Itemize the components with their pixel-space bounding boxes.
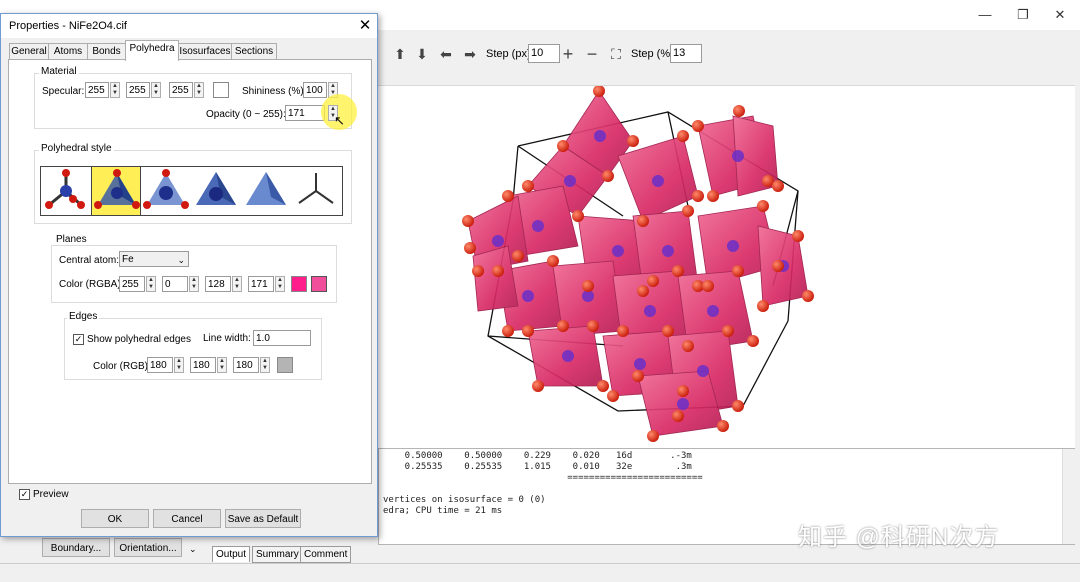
tab-summary[interactable]: Summary bbox=[252, 546, 303, 563]
line-width-input[interactable]: 1.0 bbox=[253, 330, 311, 346]
step-pct-input[interactable]: 13 bbox=[670, 44, 702, 63]
close-icon[interactable]: ✕ bbox=[355, 16, 375, 36]
move-down-icon[interactable]: ⬇ bbox=[412, 44, 432, 64]
tab-sections[interactable]: Sections bbox=[231, 43, 277, 60]
style-wireframe-icon[interactable] bbox=[291, 167, 341, 215]
edges-g-input[interactable]: 180 bbox=[190, 357, 216, 373]
tab-isosurfaces[interactable]: Isosurfaces bbox=[178, 43, 232, 60]
planes-a-spinner[interactable]: ▲ ▼ bbox=[275, 276, 285, 292]
tab-output[interactable]: Output bbox=[212, 546, 251, 562]
output-scrollbar[interactable] bbox=[1062, 449, 1075, 544]
close-window-icon[interactable]: ✕ bbox=[1045, 5, 1075, 25]
shininess-input[interactable]: 100 bbox=[303, 82, 327, 98]
specular-label: Specular: bbox=[42, 86, 85, 97]
zoom-out-icon[interactable]: − bbox=[582, 44, 602, 64]
specular-g-spinner[interactable]: ▲ ▼ bbox=[151, 82, 161, 98]
output-line: 0.25535 0.25535 1.015 0.010 32e .3m bbox=[383, 462, 692, 472]
planes-b-spinner[interactable]: ▲ ▼ bbox=[232, 276, 242, 292]
tab-comment[interactable]: Comment bbox=[300, 546, 352, 563]
planes-color-swatch-alpha[interactable] bbox=[311, 276, 327, 292]
watermark: 知乎 @科研N次方 bbox=[798, 524, 1000, 551]
edges-b-spinner[interactable]: ▲ ▼ bbox=[260, 357, 270, 373]
status-bar bbox=[0, 563, 1080, 582]
specular-r-spinner[interactable]: ▲ ▼ bbox=[110, 82, 120, 98]
show-edges-checkbox[interactable]: ✓ bbox=[73, 334, 84, 345]
tab-atoms[interactable]: Atoms bbox=[48, 43, 88, 60]
preview-label: Preview bbox=[33, 489, 69, 500]
step-px-input[interactable]: 10 bbox=[528, 44, 560, 63]
output-line: 0.50000 0.50000 0.229 0.020 16d .-3m bbox=[383, 451, 692, 461]
fit-window-icon[interactable]: ⛶ bbox=[606, 44, 626, 64]
polyhedral-style-strip bbox=[40, 166, 343, 216]
crystal-structure-render bbox=[462, 85, 814, 442]
planes-group-label: Planes bbox=[54, 234, 89, 245]
planes-color-swatch[interactable] bbox=[291, 276, 307, 292]
tab-general[interactable]: General bbox=[9, 43, 49, 60]
style-polyhedra-center-icon[interactable] bbox=[191, 167, 241, 215]
edges-color-label: Color (RGB): bbox=[93, 361, 151, 372]
material-group-label: Material bbox=[39, 66, 79, 77]
central-atom-label: Central atom: bbox=[59, 255, 120, 266]
minimize-icon[interactable]: — bbox=[970, 5, 1000, 25]
dialog-titlebar[interactable]: Properties - NiFe2O4.cif ✕ bbox=[1, 14, 377, 38]
zoom-in-icon[interactable]: + bbox=[558, 44, 578, 64]
move-left-icon[interactable]: ⬅ bbox=[436, 44, 456, 64]
cancel-button[interactable]: Cancel bbox=[153, 509, 221, 528]
view-toolbar: ⬆ ⬇ ⬅ ➡ Step (px): 10 + − ⛶ Step (%): 13 bbox=[378, 40, 1080, 68]
planes-a-input[interactable]: 171 bbox=[248, 276, 274, 292]
edges-r-input[interactable]: 180 bbox=[147, 357, 173, 373]
opacity-input[interactable]: 171 bbox=[285, 105, 325, 121]
planes-r-spinner[interactable]: ▲ ▼ bbox=[146, 276, 156, 292]
specular-r-input[interactable]: 255 bbox=[85, 82, 109, 98]
output-line: ========================= bbox=[383, 473, 703, 483]
style-ball-stick-icon[interactable] bbox=[41, 167, 91, 215]
dropdown-arrow-icon[interactable]: ⌄ bbox=[189, 544, 197, 555]
save-as-default-button[interactable]: Save as Default bbox=[225, 509, 301, 528]
move-right-icon[interactable]: ➡ bbox=[460, 44, 480, 64]
planes-g-input[interactable]: 0 bbox=[162, 276, 188, 292]
mouse-cursor-icon: ↖ bbox=[334, 113, 345, 128]
edges-color-swatch[interactable] bbox=[277, 357, 293, 373]
planes-g-spinner[interactable]: ▲ ▼ bbox=[189, 276, 199, 292]
orientation-button[interactable]: Orientation... bbox=[114, 538, 182, 557]
tab-polyhedra[interactable]: Polyhedra bbox=[125, 40, 179, 61]
specular-color-swatch[interactable] bbox=[213, 82, 229, 98]
tab-bonds[interactable]: Bonds bbox=[87, 43, 126, 60]
output-line: vertices on isosurface = 0 (0) bbox=[383, 495, 546, 505]
ok-button[interactable]: OK bbox=[81, 509, 149, 528]
polyhedral-style-label: Polyhedral style bbox=[39, 143, 114, 154]
move-up-icon[interactable]: ⬆ bbox=[390, 44, 410, 64]
planes-group bbox=[51, 245, 337, 303]
structure-viewport[interactable] bbox=[378, 85, 1075, 448]
output-line: edra; CPU time = 21 ms bbox=[383, 506, 503, 516]
style-polyhedra-atoms-icon[interactable] bbox=[141, 167, 191, 215]
polyhedra-tab-page: Material Specular: 255 ▲ ▼ 255 ▲ ▼ 255 ▲ ▼ … bbox=[8, 59, 372, 484]
specular-b-spinner[interactable]: ▲ ▼ bbox=[194, 82, 204, 98]
properties-dialog: Properties - NiFe2O4.cif ✕ General Atoms… bbox=[0, 13, 378, 537]
edges-g-spinner[interactable]: ▲ ▼ bbox=[217, 357, 227, 373]
preview-checkbox[interactable]: ✓ bbox=[19, 489, 30, 500]
specular-b-input[interactable]: 255 bbox=[169, 82, 193, 98]
boundary-button[interactable]: Boundary... bbox=[42, 538, 110, 557]
line-width-label: Line width: bbox=[203, 333, 251, 344]
central-atom-value: Fe bbox=[122, 254, 134, 265]
style-polyhedra-ball-stick-icon[interactable] bbox=[91, 167, 141, 215]
edges-b-input[interactable]: 180 bbox=[233, 357, 259, 373]
edges-r-spinner[interactable]: ▲ ▼ bbox=[174, 357, 184, 373]
specular-g-input[interactable]: 255 bbox=[126, 82, 150, 98]
step-px-label: Step (px): bbox=[486, 48, 534, 60]
shininess-label: Shininess (%): bbox=[242, 86, 307, 97]
chevron-down-icon: ⌄ bbox=[177, 255, 185, 265]
edges-group-label: Edges bbox=[67, 311, 100, 322]
show-edges-label: Show polyhedral edges bbox=[87, 334, 191, 345]
planes-r-input[interactable]: 255 bbox=[119, 276, 145, 292]
opacity-label: Opacity (0 ~ 255): bbox=[206, 109, 286, 120]
planes-b-input[interactable]: 128 bbox=[205, 276, 231, 292]
central-atom-select[interactable]: Fe ⌄ bbox=[119, 251, 189, 267]
dialog-title: Properties - NiFe2O4.cif bbox=[9, 20, 127, 32]
maximize-icon[interactable]: ❐ bbox=[1008, 5, 1038, 25]
style-polyhedra-only-icon[interactable] bbox=[241, 167, 291, 215]
planes-color-label: Color (RGBA): bbox=[59, 279, 124, 290]
